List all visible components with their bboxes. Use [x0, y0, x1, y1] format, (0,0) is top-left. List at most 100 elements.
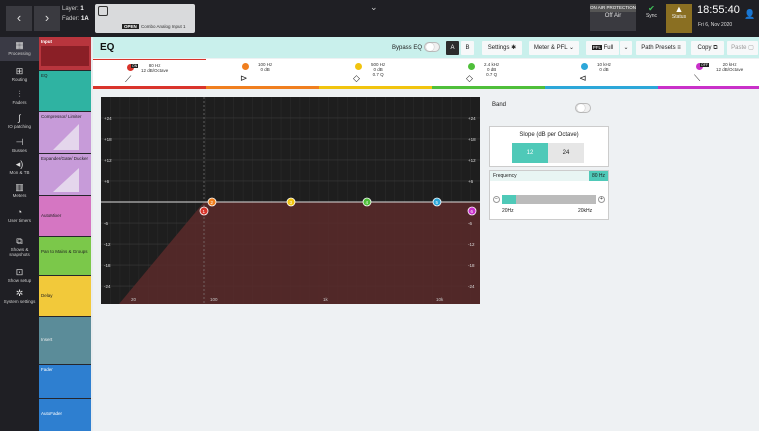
faders-icon: ⫶	[18, 89, 21, 99]
sidebar-item-faders[interactable]: ⫶ Faders	[0, 86, 39, 110]
slope-12-button[interactable]: 12	[512, 143, 548, 163]
db-tick-left: -24	[104, 284, 111, 289]
strip-input[interactable]: Input	[39, 37, 91, 70]
sidebar-item-shows-snapshots[interactable]: ⧉ Shows & snapshots	[0, 233, 39, 257]
sidebar-item-meters[interactable]: ▥ Meters	[0, 179, 39, 203]
sync-indicator[interactable]: ✔ Sync	[640, 4, 663, 31]
band-selector-row: ON 80 Hz 12 dB/Octave ⟋ 100 Hz 0 dB ⊳ 500 Hz 0 d…	[93, 59, 759, 89]
meter-pfl-dropdown[interactable]: Meter & PFL ⌄	[529, 41, 579, 55]
strip-automixer[interactable]: AutoMixer	[39, 196, 91, 236]
settings-button[interactable]: Settings ✱	[482, 41, 522, 55]
strip-insert[interactable]: Insert	[39, 317, 91, 364]
frequency-slider[interactable]	[502, 195, 596, 204]
sidebar-item-label: Routing	[11, 77, 28, 82]
db-tick-right: +12	[468, 158, 476, 163]
timer-icon: ◔	[16, 207, 23, 217]
db-tick-right: -12	[468, 242, 475, 247]
full-button[interactable]: PFL Full	[586, 41, 619, 55]
channel-icon	[98, 6, 108, 16]
db-tick-right: -24	[468, 284, 475, 289]
db-tick-right: +6	[468, 179, 474, 184]
eq-a-button[interactable]: A	[446, 41, 459, 55]
copy-button[interactable]: Copy ⧉	[691, 41, 724, 55]
strip-fader[interactable]: Fader	[39, 365, 91, 398]
slider-max: 20kHz	[578, 208, 593, 214]
filter-shape-icon: ◇	[353, 73, 360, 83]
sidebar-item-label: System settings	[3, 299, 36, 304]
band-tab-6[interactable]: OFF 20 kHz 12 dB/Octave ⟍	[658, 59, 759, 89]
paste-icon: ▢	[748, 45, 754, 51]
eq-b-button[interactable]: B	[461, 41, 474, 55]
top-bar: ‹ › Layer: 1 Fader: 1A OPEN Combo Analog…	[0, 0, 759, 37]
clock-date: Fri 6, Nov 2020	[698, 22, 733, 28]
band-label: Band	[492, 102, 507, 108]
sidebar-item-busses[interactable]: ⊣ Busses	[0, 134, 39, 158]
band-detail: 12 dB/Octave	[141, 68, 169, 73]
warning-icon: ▲	[674, 4, 684, 14]
strip-gate[interactable]: Expander/Gate/ Ducker	[39, 154, 91, 195]
chevron-down-icon[interactable]: ⌄	[620, 41, 632, 55]
on-air-protection[interactable]: ON AIR PROTECTION Off Air	[590, 4, 636, 31]
sidebar-item-mon-tb[interactable]: ◂) Mon & TB	[0, 156, 39, 180]
filter-shape-icon: ⊳	[240, 73, 248, 83]
paste-button[interactable]: Paste ▢	[727, 41, 758, 55]
sidebar-item-processing[interactable]: ▦ Processing	[0, 37, 39, 61]
band-q: 0.7 Q	[486, 72, 498, 77]
band-color-dot	[242, 63, 249, 70]
band-tab-2[interactable]: 100 Hz 0 dB ⊳	[206, 59, 319, 89]
bypass-label: Bypass EQ	[391, 45, 422, 51]
band-tab-1[interactable]: ON 80 Hz 12 dB/Octave ⟋	[93, 59, 206, 89]
sidebar-item-user-timers[interactable]: ◔ User timers	[0, 204, 39, 228]
channel-selector[interactable]: OPEN Combo Analog Input 1	[95, 4, 195, 33]
band-detail: 0 dB	[599, 67, 609, 72]
sidebar-item-routing[interactable]: ⊞ Routing	[0, 63, 39, 87]
band-enable-toggle[interactable]	[575, 103, 591, 113]
freq-tick: 20	[131, 297, 137, 302]
channel-strip: Input EQ Compressor/ Limiter Expander/Ga…	[39, 37, 91, 431]
sidebar-item-system-settings[interactable]: ✲ System settings	[0, 285, 39, 309]
status-button[interactable]: ▲ Status	[666, 4, 692, 33]
path-presets-button[interactable]: Path Presets ≡	[636, 41, 686, 55]
sidebar-item-label: Mon & TB	[9, 170, 30, 175]
sidebar-item-label: IO patching	[7, 124, 31, 129]
minus-icon[interactable]: −	[493, 196, 500, 203]
band-readout: 20 kHz 12 dB/Octave	[716, 62, 743, 72]
filter-shape-icon: ⊲	[579, 73, 587, 83]
strip-pan[interactable]: Pan to Mains & Groups	[39, 237, 91, 275]
strip-compressor[interactable]: Compressor/ Limiter	[39, 112, 91, 153]
slope-24-button[interactable]: 24	[548, 143, 584, 163]
freq-tick: 10k	[436, 297, 444, 302]
db-tick-left: -12	[104, 242, 111, 247]
filter-shape-icon: ⟋	[125, 74, 132, 84]
band-readout: 100 Hz 0 dB	[258, 62, 272, 72]
band-tab-4[interactable]: 2.4 kHz 0 dB 0.7 Q ◇	[432, 59, 545, 89]
band-q: 0.7 Q	[372, 72, 384, 77]
frequency-value: 80 Hz	[588, 171, 608, 181]
eq-graph[interactable]: +24 +24 +18 +18 +12 +12 +6 +6 -6 -6 -12 -12 -18 -18 -2…	[101, 97, 480, 304]
band-color-dot	[468, 63, 475, 70]
strip-autofader[interactable]: AutoFader	[39, 399, 91, 431]
back-button[interactable]: ‹	[6, 6, 32, 31]
band-state-badge: OFF	[700, 63, 709, 67]
band-tab-5[interactable]: 10 kHz 0 dB ⊲	[545, 59, 658, 89]
user-icon[interactable]: 👤	[744, 9, 755, 20]
speaker-icon: ◂)	[15, 159, 24, 169]
band-readout: 80 Hz 12 dB/Octave	[141, 63, 168, 73]
meters-icon: ▥	[15, 182, 24, 192]
strip-delay[interactable]: Delay	[39, 276, 91, 316]
copy-icon: ⧉	[713, 45, 718, 51]
sidebar-item-label: Busses	[12, 148, 27, 153]
chevron-down-icon[interactable]: ⌄	[370, 2, 378, 13]
strip-eq[interactable]: EQ	[39, 71, 91, 111]
band-state-badge: ON	[131, 64, 139, 68]
forward-button[interactable]: ›	[34, 6, 60, 31]
layer-fader-readout: Layer: 1 Fader: 1A	[62, 6, 89, 22]
db-tick-right: -18	[468, 263, 475, 268]
bypass-toggle[interactable]	[424, 42, 440, 52]
check-icon: ✔	[648, 4, 655, 13]
sidebar-item-label: Meters	[12, 193, 27, 198]
band-tab-3[interactable]: 500 Hz 0 dB 0.7 Q ◇	[319, 59, 432, 89]
sidebar-item-io-patching[interactable]: ∫ IO patching	[0, 110, 39, 134]
band-detail: 0 dB	[260, 67, 270, 72]
plus-icon[interactable]: +	[598, 196, 605, 203]
